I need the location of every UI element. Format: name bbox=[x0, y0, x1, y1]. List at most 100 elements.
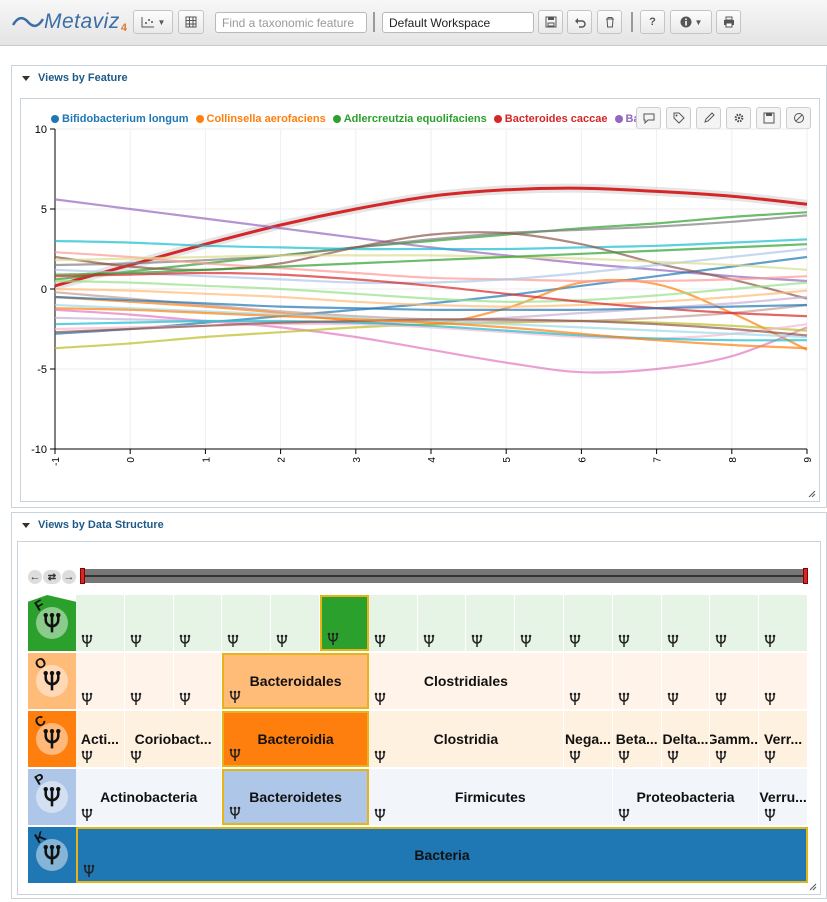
resize-handle-icon[interactable] bbox=[809, 883, 817, 891]
icicle-node[interactable] bbox=[759, 595, 808, 651]
expand-tree-icon[interactable] bbox=[80, 750, 94, 764]
icicle-node[interactable]: Verru... bbox=[759, 769, 808, 825]
expand-tree-icon[interactable] bbox=[80, 692, 94, 706]
undo-button[interactable] bbox=[567, 10, 592, 34]
icicle-node[interactable]: Proteobacteria bbox=[612, 769, 760, 825]
slider-handle-right[interactable] bbox=[803, 568, 808, 584]
expand-tree-icon[interactable] bbox=[129, 692, 143, 706]
chart-type-dropdown-button[interactable]: ▼ bbox=[133, 10, 173, 34]
icicle-node[interactable] bbox=[320, 595, 369, 651]
expand-tree-icon[interactable] bbox=[373, 750, 387, 764]
delete-workspace-button[interactable] bbox=[597, 10, 622, 34]
icicle-node[interactable]: Clostridiales bbox=[368, 653, 564, 709]
icicle-node[interactable]: Verr... bbox=[759, 711, 808, 767]
line-chart-plot[interactable]: -1 0 1 2 3 4 5 6 7 8 91050-5-10 bbox=[21, 99, 819, 501]
level-indicator[interactable]: O bbox=[28, 653, 76, 709]
expand-tree-icon[interactable] bbox=[763, 692, 777, 706]
icicle-node[interactable] bbox=[222, 595, 272, 651]
expand-tree-icon[interactable] bbox=[617, 692, 631, 706]
expand-tree-icon[interactable] bbox=[666, 750, 680, 764]
resize-handle-icon[interactable] bbox=[808, 490, 816, 498]
expand-tree-icon[interactable] bbox=[714, 750, 728, 764]
arrow-right-icon[interactable]: → bbox=[62, 570, 76, 584]
expand-tree-icon[interactable] bbox=[470, 634, 484, 648]
icicle-node[interactable] bbox=[417, 595, 467, 651]
icicle-node[interactable]: Clostridia bbox=[368, 711, 564, 767]
save-workspace-button[interactable] bbox=[538, 10, 563, 34]
icicle-node[interactable] bbox=[710, 653, 760, 709]
expand-tree-icon[interactable] bbox=[178, 692, 192, 706]
expand-tree-icon[interactable] bbox=[275, 634, 289, 648]
expand-tree-icon[interactable] bbox=[228, 806, 242, 820]
icicle-node[interactable]: Nega... bbox=[564, 711, 613, 767]
collapse-caret-icon[interactable] bbox=[22, 75, 30, 81]
expand-tree-icon[interactable] bbox=[763, 808, 777, 822]
slider-handle-left[interactable] bbox=[80, 568, 85, 584]
level-indicator[interactable]: F bbox=[28, 595, 76, 651]
expand-tree-icon[interactable] bbox=[326, 632, 340, 646]
level-indicator[interactable]: K bbox=[28, 827, 76, 883]
expand-tree-icon[interactable] bbox=[373, 808, 387, 822]
icicle-node[interactable] bbox=[466, 595, 516, 651]
expand-tree-icon[interactable] bbox=[226, 634, 240, 648]
expand-tree-icon[interactable] bbox=[617, 750, 631, 764]
expand-tree-icon[interactable] bbox=[666, 634, 680, 648]
icicle-node[interactable] bbox=[612, 653, 662, 709]
icicle-node[interactable] bbox=[124, 595, 174, 651]
icicle-node[interactable]: Bacteroidales bbox=[222, 653, 369, 709]
icicle-node[interactable] bbox=[173, 595, 223, 651]
expand-tree-icon[interactable] bbox=[568, 692, 582, 706]
structure-panel-header[interactable]: Views by Data Structure bbox=[12, 513, 826, 537]
icicle-node[interactable] bbox=[76, 653, 125, 709]
expand-tree-icon[interactable] bbox=[228, 690, 242, 704]
icicle-node[interactable] bbox=[564, 595, 613, 651]
feature-search-input[interactable] bbox=[215, 12, 367, 33]
icicle-node[interactable] bbox=[612, 595, 662, 651]
expand-tree-icon[interactable] bbox=[82, 864, 96, 878]
expand-tree-icon[interactable] bbox=[80, 808, 94, 822]
arrow-left-icon[interactable]: ← bbox=[28, 570, 42, 584]
icicle-node[interactable] bbox=[173, 653, 223, 709]
expand-tree-icon[interactable] bbox=[617, 808, 631, 822]
swap-arrows-icon[interactable]: ⇄ bbox=[43, 570, 61, 584]
icicle-node[interactable] bbox=[710, 595, 760, 651]
icicle-node[interactable] bbox=[661, 595, 711, 651]
workspace-name-input[interactable] bbox=[382, 12, 534, 33]
icicle-node[interactable]: Bacteria bbox=[76, 827, 808, 883]
table-button[interactable] bbox=[178, 10, 204, 34]
feature-panel-header[interactable]: Views by Feature bbox=[12, 66, 826, 90]
expand-tree-icon[interactable] bbox=[228, 748, 242, 762]
expand-tree-icon[interactable] bbox=[568, 750, 582, 764]
icicle-node[interactable] bbox=[564, 653, 613, 709]
icicle-node[interactable] bbox=[124, 653, 174, 709]
expand-tree-icon[interactable] bbox=[714, 692, 728, 706]
icicle-plot[interactable]: F O C P K Bacteroidales Clostridiales Acti... Co… bbox=[28, 595, 808, 885]
icicle-node[interactable]: Acti... bbox=[76, 711, 125, 767]
expand-tree-icon[interactable] bbox=[178, 634, 192, 648]
help-button[interactable]: ? bbox=[640, 10, 665, 34]
icicle-node[interactable] bbox=[271, 595, 320, 651]
expand-tree-icon[interactable] bbox=[617, 634, 631, 648]
print-button[interactable] bbox=[716, 10, 741, 34]
expand-tree-icon[interactable] bbox=[129, 750, 143, 764]
level-indicator[interactable]: C bbox=[28, 711, 76, 767]
icicle-node[interactable]: Coriobact... bbox=[124, 711, 223, 767]
icicle-node[interactable] bbox=[368, 595, 418, 651]
icicle-node[interactable] bbox=[759, 653, 808, 709]
expand-tree-icon[interactable] bbox=[568, 634, 582, 648]
icicle-node[interactable]: Bacteroidia bbox=[222, 711, 369, 767]
expand-tree-icon[interactable] bbox=[763, 634, 777, 648]
expand-tree-icon[interactable] bbox=[373, 692, 387, 706]
collapse-caret-icon[interactable] bbox=[22, 522, 30, 528]
icicle-node[interactable] bbox=[76, 595, 125, 651]
expand-tree-icon[interactable] bbox=[763, 750, 777, 764]
expand-tree-icon[interactable] bbox=[129, 634, 143, 648]
icicle-node[interactable]: Firmicutes bbox=[368, 769, 613, 825]
icicle-node[interactable]: Delta... bbox=[661, 711, 711, 767]
expand-tree-icon[interactable] bbox=[422, 634, 436, 648]
icicle-node[interactable]: Gamm... bbox=[710, 711, 760, 767]
icicle-node[interactable] bbox=[515, 595, 564, 651]
expand-tree-icon[interactable] bbox=[714, 634, 728, 648]
expand-tree-icon[interactable] bbox=[373, 634, 387, 648]
slider-track[interactable] bbox=[80, 568, 808, 584]
